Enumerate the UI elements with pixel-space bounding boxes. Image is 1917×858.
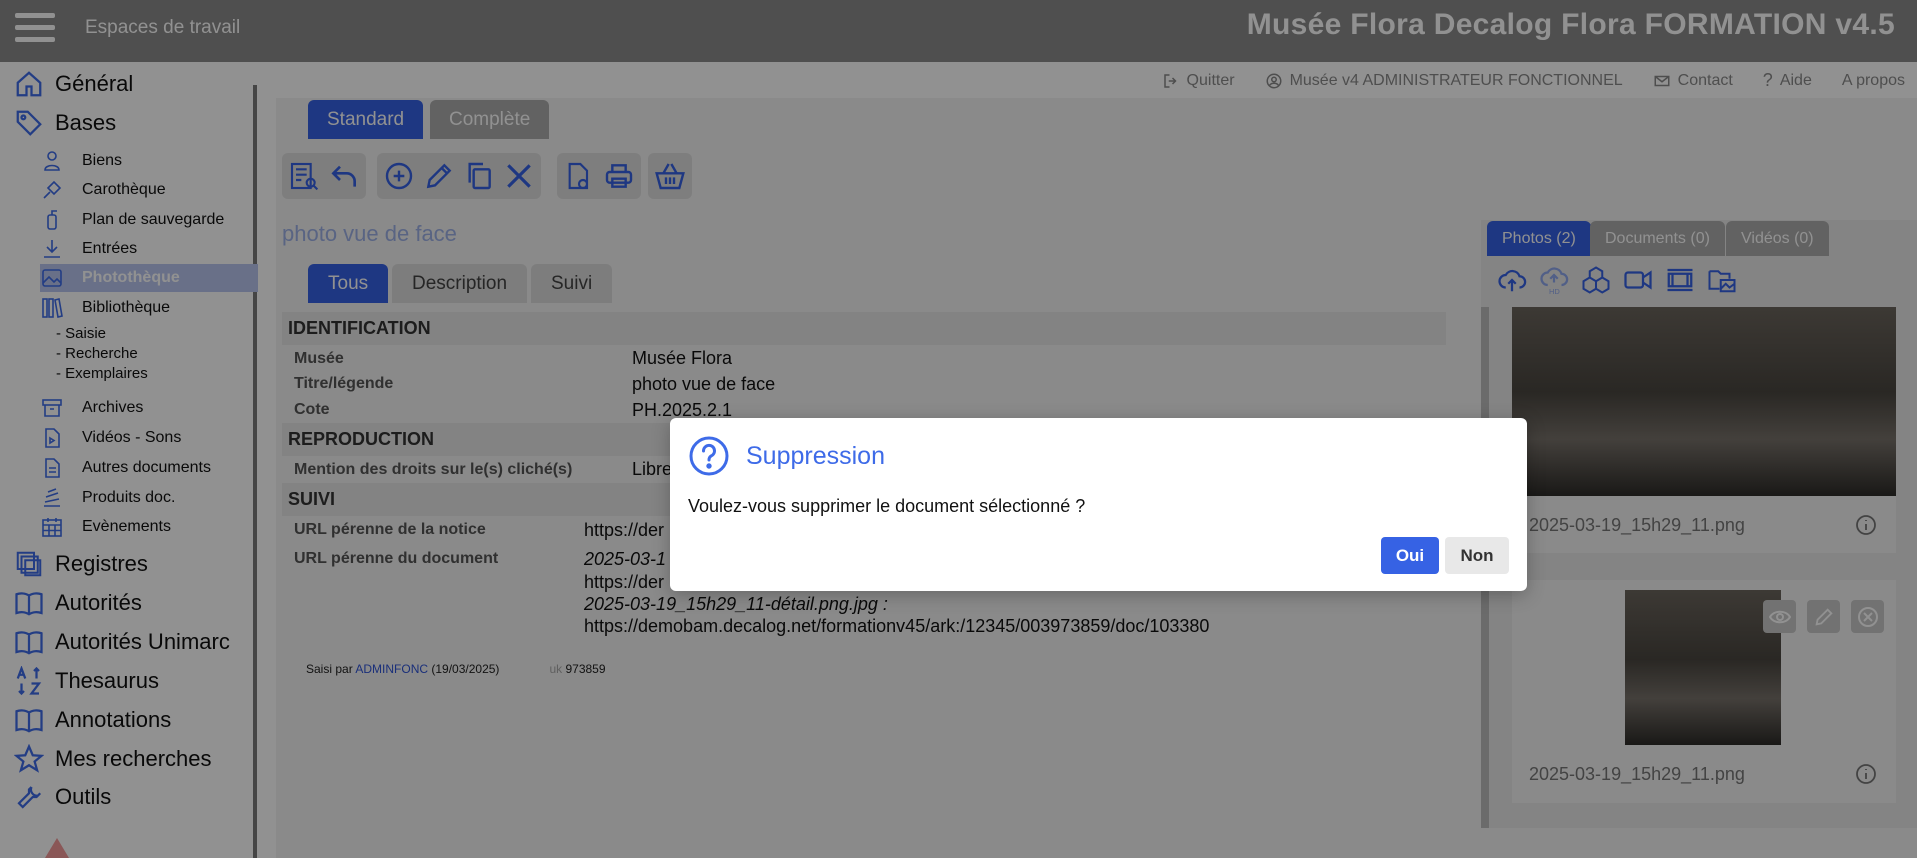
confirm-yes-button[interactable]: Oui xyxy=(1381,537,1439,574)
question-circle-icon xyxy=(689,436,729,476)
dialog-title: Suppression xyxy=(746,442,885,470)
confirm-no-button[interactable]: Non xyxy=(1445,537,1509,574)
delete-confirm-dialog: Suppression Voulez-vous supprimer le doc… xyxy=(670,418,1527,591)
dialog-message: Voulez-vous supprimer le document sélect… xyxy=(688,496,1086,516)
